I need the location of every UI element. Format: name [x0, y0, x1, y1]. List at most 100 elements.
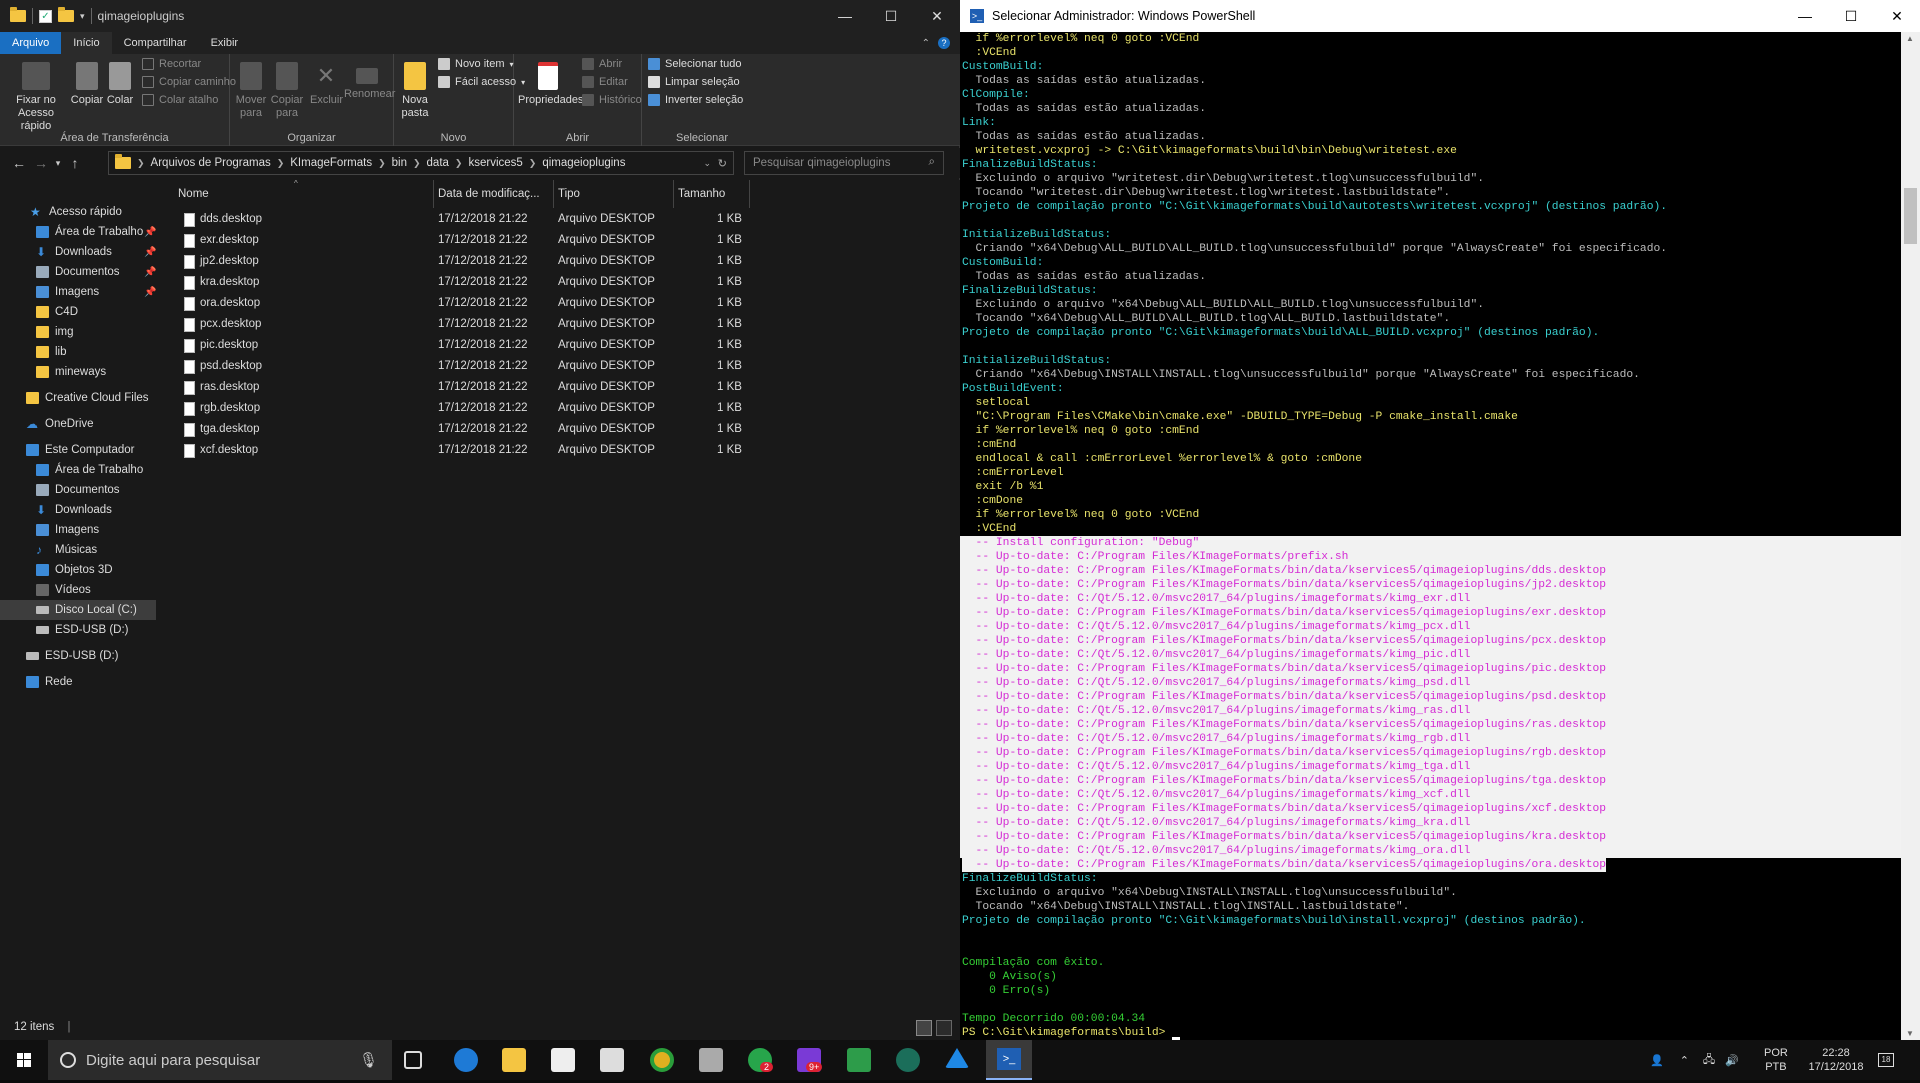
qt-creator-icon[interactable] — [847, 1048, 871, 1072]
file-row[interactable]: kra.desktop 17/12/2018 21:22 Arquivo DESKT… — [162, 273, 762, 294]
tab-exibir[interactable]: Exibir — [199, 32, 251, 54]
store-icon[interactable] — [551, 1048, 575, 1072]
copy-button[interactable]: Copiar — [70, 60, 104, 107]
drive-icon[interactable] — [945, 1048, 969, 1068]
nav-folder-img[interactable]: img — [36, 322, 74, 342]
nav-pc-desktop[interactable]: Área de Trabalho — [36, 460, 143, 480]
start-button[interactable] — [0, 1040, 48, 1080]
nav-network[interactable]: Rede — [26, 672, 73, 692]
nav-quick-access[interactable]: ★ Acesso rápido — [30, 202, 122, 222]
breadcrumb-item[interactable]: kservices5 — [468, 157, 522, 169]
refresh-icon[interactable]: ↻ — [718, 157, 727, 170]
nav-pc-images[interactable]: Imagens — [36, 520, 99, 540]
minimize-button[interactable]: — — [1782, 0, 1828, 32]
recent-locations-icon[interactable]: ▾ — [52, 158, 64, 169]
maximize-button[interactable]: ☐ — [1828, 0, 1874, 32]
breadcrumb-item[interactable]: KImageFormats — [290, 157, 372, 169]
file-row[interactable]: ras.desktop 17/12/2018 21:22 Arquivo DESKT… — [162, 378, 762, 399]
breadcrumb-item[interactable]: qimageioplugins — [542, 157, 625, 169]
address-bar[interactable]: ❯ Arquivos de Programas ❯ KImageFormats … — [108, 151, 734, 175]
large-icons-view-icon[interactable] — [936, 1020, 952, 1036]
nav-pc-3d-objects[interactable]: Objetos 3D — [36, 560, 113, 580]
nav-pc-music[interactable]: ♪ Músicas — [36, 540, 97, 560]
people-icon[interactable]: 👤 — [1650, 1054, 1664, 1067]
clock[interactable]: 22:28 17/12/2018 — [1800, 1040, 1872, 1080]
file-row[interactable]: pic.desktop 17/12/2018 21:22 Arquivo DESKT… — [162, 336, 762, 357]
delete-button[interactable]: ✕ Excluir — [310, 60, 343, 107]
cut-button[interactable]: Recortar — [142, 58, 201, 70]
nav-local-disk[interactable]: Disco Local (C:) — [0, 600, 156, 620]
action-center-button[interactable]: 18 — [1878, 1040, 1894, 1080]
new-item-button[interactable]: Novo item ▾ — [438, 58, 514, 70]
nav-pc-downloads[interactable]: ⬇ Downloads — [36, 500, 112, 520]
file-row[interactable]: jp2.desktop 17/12/2018 21:22 Arquivo DESKT… — [162, 252, 762, 273]
up-arrow-icon[interactable]: ↑ — [64, 155, 86, 171]
scroll-up-icon[interactable]: ▲ — [1906, 34, 1914, 43]
invert-selection-button[interactable]: Inverter seleção — [648, 94, 743, 106]
nav-desktop-pinned[interactable]: Área de Trabalho 📌 — [36, 222, 160, 242]
file-row[interactable]: pcx.desktop 17/12/2018 21:22 Arquivo DESKT… — [162, 315, 762, 336]
select-none-button[interactable]: Limpar seleção — [648, 76, 740, 88]
search-input[interactable]: Pesquisar qimageioplugins ⌕ — [744, 151, 944, 175]
details-view-icon[interactable] — [916, 1020, 932, 1036]
app-icon[interactable] — [699, 1048, 723, 1072]
close-button[interactable]: ✕ — [914, 0, 960, 32]
select-all-button[interactable]: Selecionar tudo — [648, 58, 741, 70]
file-row[interactable]: rgb.desktop 17/12/2018 21:22 Arquivo DESKT… — [162, 399, 762, 420]
chrome-icon[interactable] — [650, 1048, 674, 1072]
mail-icon[interactable] — [600, 1048, 624, 1072]
copy-path-button[interactable]: Copiar caminho — [142, 76, 236, 88]
nav-esd-usb-root[interactable]: ESD-USB (D:) — [26, 646, 118, 666]
file-row[interactable]: xcf.desktop 17/12/2018 21:22 Arquivo DESKT… — [162, 441, 762, 462]
volume-icon[interactable]: 🔊 — [1725, 1054, 1739, 1067]
chevron-up-icon[interactable]: ⌃ — [1680, 1054, 1689, 1067]
ribbon-collapse-icon[interactable]: ⌃ — [922, 38, 930, 49]
nav-pc-documents[interactable]: Documentos — [36, 480, 120, 500]
column-header-date[interactable]: Data de modificaç... — [434, 180, 554, 208]
back-arrow-icon[interactable]: ← — [8, 155, 30, 171]
console-output[interactable]: if %errorlevel% neq 0 goto :VCEnd :VCEnd… — [960, 32, 1901, 1040]
paste-button[interactable]: Colar — [106, 60, 134, 107]
task-view-icon[interactable] — [404, 1051, 422, 1069]
address-dropdown-icon[interactable]: ⌄ — [703, 158, 711, 169]
breadcrumb-item[interactable]: bin — [392, 157, 407, 169]
file-row[interactable]: tga.desktop 17/12/2018 21:22 Arquivo DESKT… — [162, 420, 762, 441]
history-button[interactable]: Histórico — [582, 94, 642, 106]
rename-button[interactable]: Renomear — [344, 60, 395, 101]
column-header-type[interactable]: Tipo — [554, 180, 674, 208]
breadcrumb-item[interactable]: data — [427, 157, 449, 169]
qat-dropdown-icon[interactable]: ▾ — [80, 11, 85, 22]
properties-button[interactable]: Propriedades — [518, 60, 583, 107]
input-language[interactable]: POR PTB — [1764, 1040, 1788, 1080]
column-header-name[interactable]: Nome ^ — [174, 179, 434, 208]
copy-to-button[interactable]: Copiar para — [270, 60, 304, 120]
forward-arrow-icon[interactable]: → — [30, 155, 52, 171]
tab-arquivo[interactable]: Arquivo — [0, 32, 62, 54]
file-row[interactable]: dds.desktop 17/12/2018 21:22 Arquivo DESKT… — [162, 210, 762, 231]
scrollbar-thumb[interactable] — [1904, 188, 1917, 244]
new-folder-button[interactable]: Nova pasta — [398, 60, 432, 120]
new-folder-qat-icon[interactable] — [58, 7, 74, 22]
column-header-size[interactable]: Tamanho — [674, 180, 750, 208]
taskbar-search[interactable]: Digite aqui para pesquisar 🎙 — [48, 1040, 392, 1080]
nav-folder-c4d[interactable]: C4D — [36, 302, 78, 322]
nav-documents-pinned[interactable]: Documentos 📌 — [36, 262, 160, 282]
properties-qat-icon[interactable]: ✓ — [39, 9, 52, 23]
nav-folder-mineways[interactable]: mineways — [36, 362, 106, 382]
edit-button[interactable]: Editar — [582, 76, 628, 88]
minimize-button[interactable]: — — [822, 0, 868, 32]
network-icon[interactable]: 🖧 — [1703, 1051, 1715, 1070]
nav-folder-lib[interactable]: lib — [36, 342, 67, 362]
nav-onedrive[interactable]: ☁ OneDrive — [26, 414, 94, 434]
open-button[interactable]: Abrir — [582, 58, 622, 70]
pin-quick-access-button[interactable]: Fixar no Acesso rápido — [6, 60, 66, 133]
close-button[interactable]: ✕ — [1874, 0, 1920, 32]
paste-shortcut-button[interactable]: Colar atalho — [142, 94, 218, 106]
file-explorer-icon[interactable] — [502, 1048, 526, 1072]
breadcrumb-item[interactable]: Arquivos de Programas — [151, 157, 271, 169]
easy-access-button[interactable]: Fácil acesso ▾ — [438, 76, 525, 88]
krita-icon[interactable] — [896, 1048, 920, 1072]
maximize-button[interactable]: ☐ — [868, 0, 914, 32]
tab-compartilhar[interactable]: Compartilhar — [112, 32, 199, 54]
file-row[interactable]: exr.desktop 17/12/2018 21:22 Arquivo DESKT… — [162, 231, 762, 252]
